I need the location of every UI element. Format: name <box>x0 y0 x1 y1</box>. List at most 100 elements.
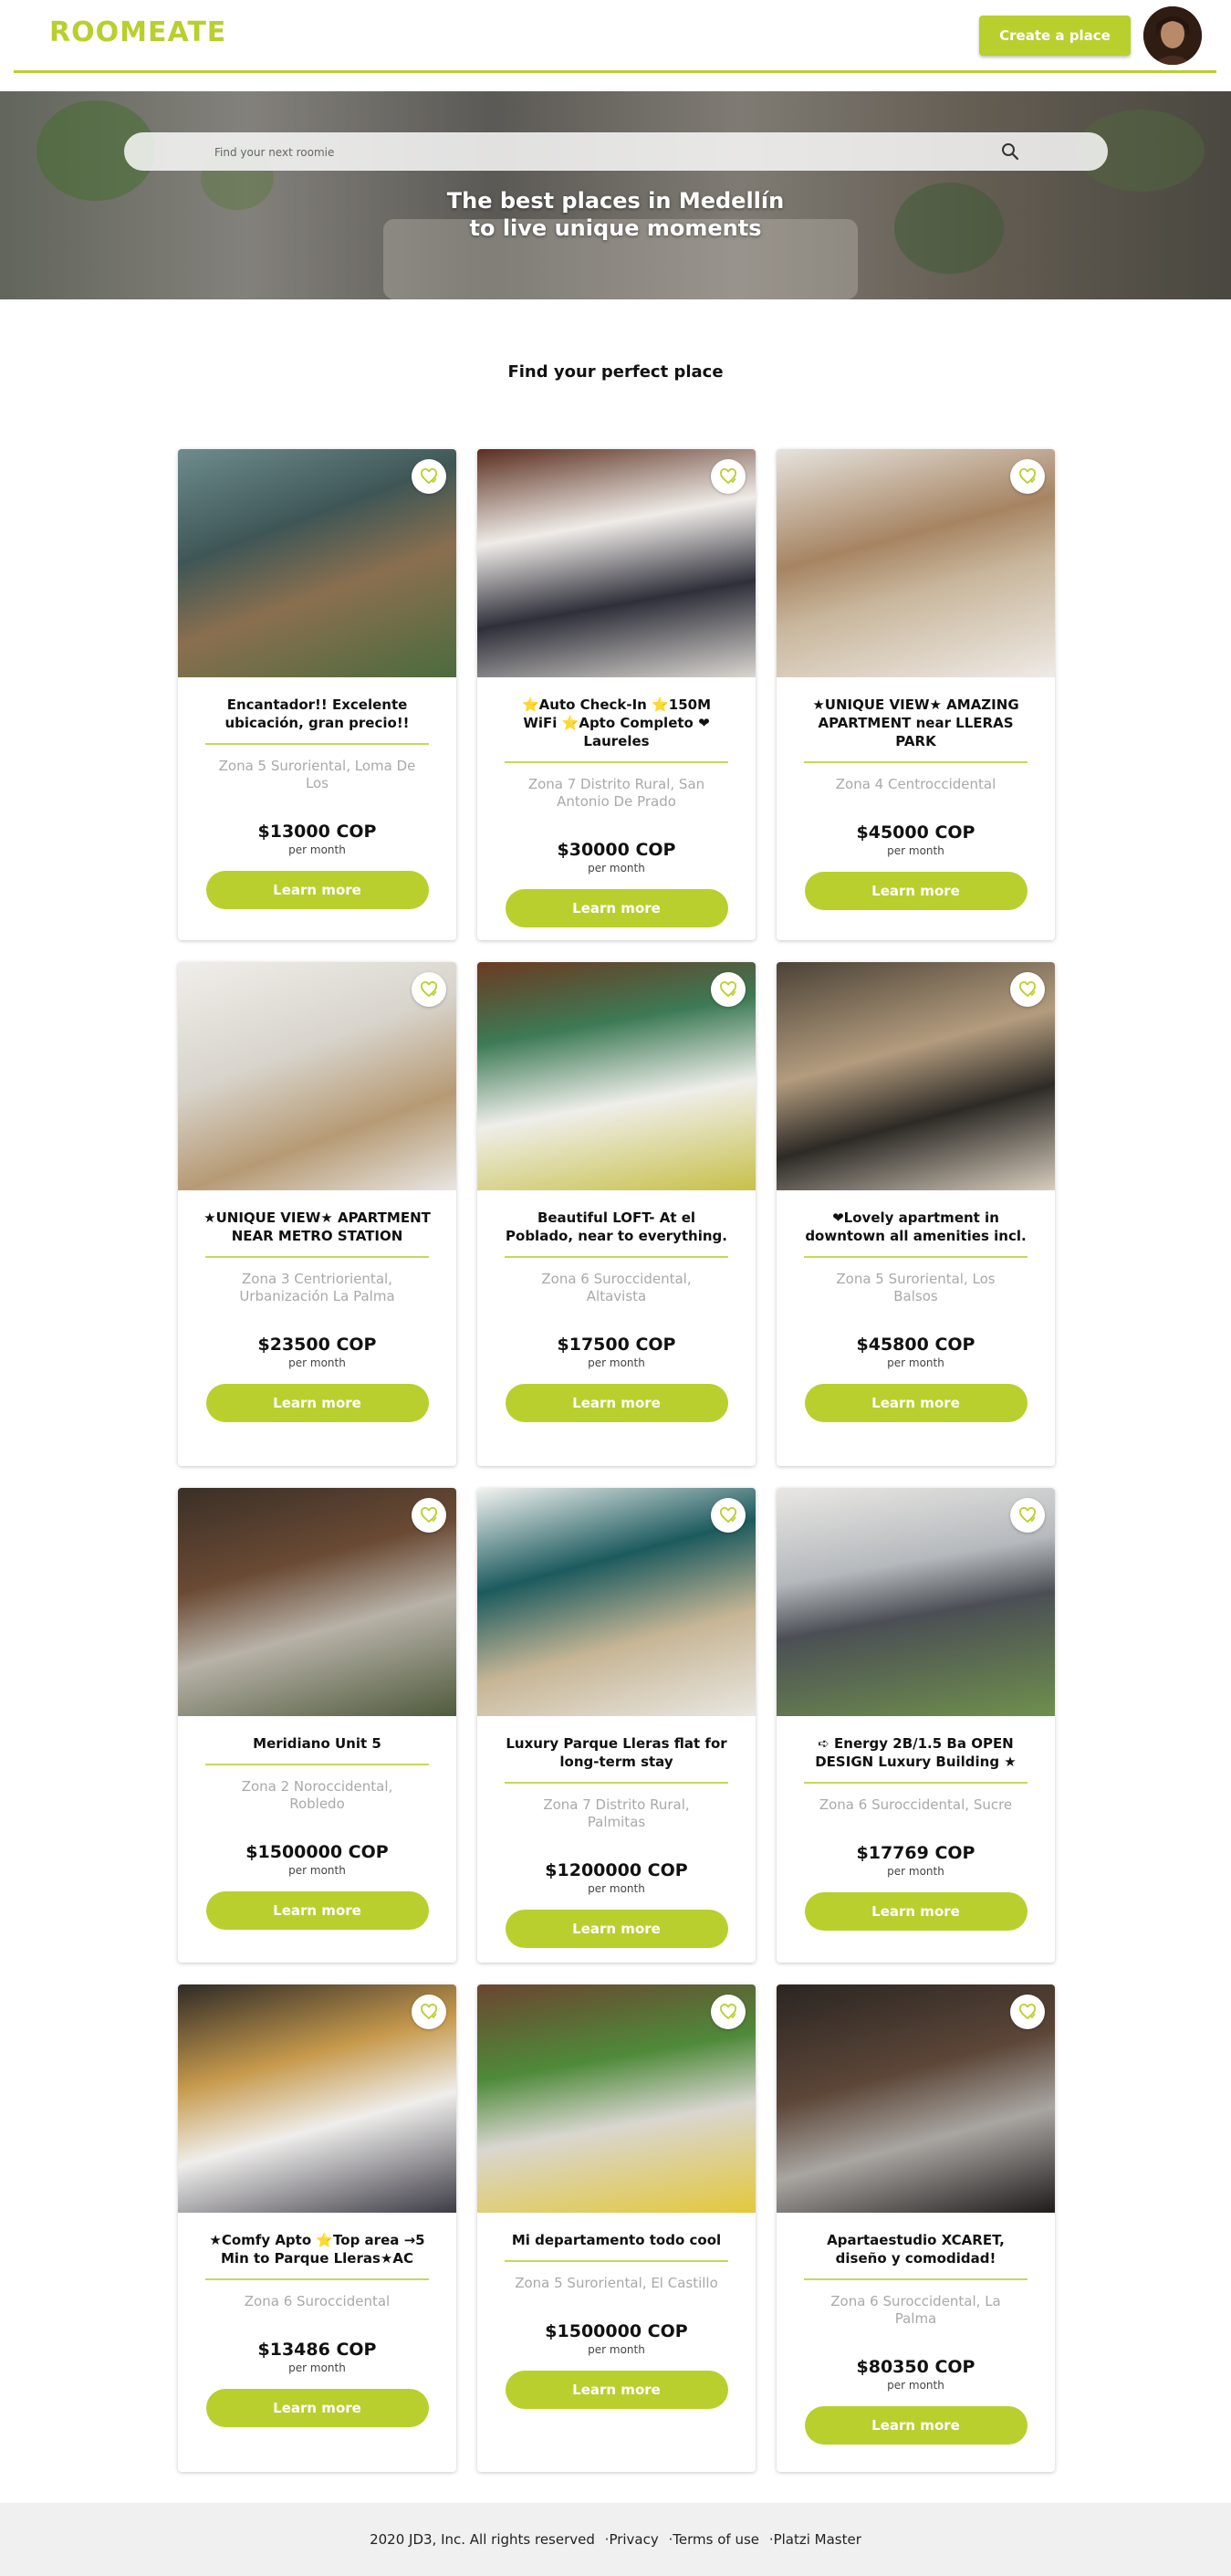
place-card[interactable]: ⭐Auto Check-In ⭐150M WiFi ⭐Apto Completo… <box>477 449 756 940</box>
card-divider <box>804 1782 1028 1784</box>
learn-more-button[interactable]: Learn more <box>505 1384 728 1422</box>
favorite-button[interactable] <box>711 1995 746 2029</box>
learn-more-button[interactable]: Learn more <box>505 1910 728 1948</box>
place-price: $23500 COP <box>257 1335 377 1355</box>
favorite-button[interactable] <box>1010 459 1045 494</box>
learn-more-button[interactable]: Learn more <box>804 1892 1028 1931</box>
card-divider <box>804 2278 1028 2280</box>
search-bar[interactable] <box>124 132 1108 171</box>
card-divider <box>804 1256 1028 1258</box>
favorite-button[interactable] <box>412 1498 446 1533</box>
place-card[interactable]: ★UNIQUE VIEW★ AMAZING APARTMENT near LLE… <box>777 449 1055 940</box>
create-place-button[interactable]: Create a place <box>979 16 1131 56</box>
learn-more-button[interactable]: Learn more <box>505 2371 728 2409</box>
place-price: $1500000 COP <box>245 1842 389 1862</box>
place-title: ➪ Energy 2B/1.5 Ba OPEN DESIGN Luxury Bu… <box>815 1735 1017 1770</box>
place-photo[interactable] <box>777 962 1055 1190</box>
heart-icon <box>421 468 437 485</box>
favorite-button[interactable] <box>711 459 746 494</box>
learn-more-button[interactable]: Learn more <box>804 2406 1028 2445</box>
favorite-button[interactable] <box>412 972 446 1007</box>
place-photo[interactable] <box>777 449 1055 677</box>
place-price: $45800 COP <box>856 1335 975 1355</box>
footer-platzi-link[interactable]: ·Platzi Master <box>769 2531 861 2548</box>
favorite-button[interactable] <box>711 1498 746 1533</box>
place-photo[interactable] <box>477 962 756 1190</box>
place-card[interactable]: ★UNIQUE VIEW★ APARTMENT NEAR METRO STATI… <box>178 962 456 1466</box>
footer-privacy-link[interactable]: ·Privacy <box>605 2531 659 2548</box>
hero-banner: The best places in Medellín to live uniq… <box>0 91 1231 299</box>
place-photo[interactable] <box>178 449 456 677</box>
place-price: $17769 COP <box>856 1843 975 1863</box>
price-period: per month <box>588 1882 645 1895</box>
place-card[interactable]: Luxury Parque Lleras flat for long-term … <box>477 1488 756 1963</box>
place-photo[interactable] <box>477 1488 756 1716</box>
learn-more-button[interactable]: Learn more <box>205 2389 429 2427</box>
heart-icon <box>720 468 736 485</box>
place-title: ★UNIQUE VIEW★ APARTMENT NEAR METRO STATI… <box>203 1209 431 1244</box>
place-price: $45000 COP <box>856 822 975 843</box>
price-period: per month <box>887 844 944 857</box>
place-card[interactable]: Mi departamento todo cool Zona 5 Surorien… <box>477 1984 756 2472</box>
place-title: Encantador!! Excelente ubicación, gran p… <box>224 696 410 731</box>
learn-more-button[interactable]: Learn more <box>804 872 1028 910</box>
logo[interactable]: ROOMEATE <box>49 16 226 48</box>
place-photo[interactable] <box>477 449 756 677</box>
price-period: per month <box>288 2361 346 2374</box>
favorite-button[interactable] <box>1010 1498 1045 1533</box>
favorite-button[interactable] <box>1010 1995 1045 2029</box>
card-divider <box>205 1256 429 1258</box>
place-card[interactable]: Apartaestudio XCARET, diseño y comodidad… <box>777 1984 1055 2472</box>
place-price: $80350 COP <box>856 2357 975 2377</box>
price-period: per month <box>588 862 645 874</box>
place-zone: Zona 5 Suroriental, Loma De Los <box>218 758 416 791</box>
learn-more-button[interactable]: Learn more <box>205 1891 429 1930</box>
favorite-button[interactable] <box>412 459 446 494</box>
price-period: per month <box>588 1356 645 1369</box>
place-photo[interactable] <box>178 1488 456 1716</box>
place-zone: Zona 3 Centrioriental, Urbanización La P… <box>239 1271 395 1304</box>
search-icon[interactable] <box>1000 141 1020 162</box>
favorite-button[interactable] <box>1010 972 1045 1007</box>
price-period: per month <box>588 2343 645 2356</box>
card-divider <box>804 761 1028 763</box>
card-divider <box>505 2260 728 2262</box>
search-input[interactable] <box>214 142 1036 162</box>
footer-terms-link[interactable]: ·Terms of use <box>669 2531 760 2548</box>
favorite-button[interactable] <box>711 972 746 1007</box>
heart-icon <box>1019 468 1036 485</box>
heart-icon <box>1019 2004 1036 2020</box>
place-zone: Zona 6 Suroccidental, Sucre <box>819 1796 1013 1813</box>
place-card[interactable]: ➪ Energy 2B/1.5 Ba OPEN DESIGN Luxury Bu… <box>777 1488 1055 1963</box>
place-title: Mi departamento todo cool <box>511 2232 722 2248</box>
place-card[interactable]: Beautiful LOFT- At el Poblado, near to e… <box>477 962 756 1466</box>
place-zone: Zona 4 Centroccidental <box>835 776 996 792</box>
place-price: $30000 COP <box>557 840 676 860</box>
price-period: per month <box>288 1864 346 1877</box>
avatar[interactable] <box>1143 6 1202 65</box>
learn-more-button[interactable]: Learn more <box>205 871 429 909</box>
footer: 2020 JD3, Inc. All rights reserved ·Priv… <box>0 2503 1231 2576</box>
learn-more-button[interactable]: Learn more <box>804 1384 1028 1422</box>
place-card[interactable]: ❤Lovely apartment in downtown all amenit… <box>777 962 1055 1466</box>
hero-title-line1: The best places in Medellín <box>446 188 785 214</box>
place-price: $1500000 COP <box>545 2321 688 2341</box>
hero-title-line2: to live unique moments <box>469 215 762 241</box>
place-photo[interactable] <box>777 1488 1055 1716</box>
place-card[interactable]: Encantador!! Excelente ubicación, gran p… <box>178 449 456 940</box>
place-card[interactable]: Meridiano Unit 5 Zona 2 Noroccidental, Ro… <box>178 1488 456 1963</box>
learn-more-button[interactable]: Learn more <box>505 889 728 927</box>
card-divider <box>505 761 728 763</box>
place-photo[interactable] <box>178 962 456 1190</box>
heart-icon <box>421 1507 437 1524</box>
card-divider <box>205 743 429 745</box>
favorite-button[interactable] <box>412 1995 446 2029</box>
heart-icon <box>720 2004 736 2020</box>
place-photo[interactable] <box>477 1984 756 2213</box>
place-card[interactable]: ★Comfy Apto ⭐Top area →5 Min to Parque L… <box>178 1984 456 2472</box>
learn-more-button[interactable]: Learn more <box>205 1384 429 1422</box>
place-photo[interactable] <box>178 1984 456 2213</box>
place-photo[interactable] <box>777 1984 1055 2213</box>
price-period: per month <box>887 1356 944 1369</box>
place-price: $13000 COP <box>257 822 377 842</box>
